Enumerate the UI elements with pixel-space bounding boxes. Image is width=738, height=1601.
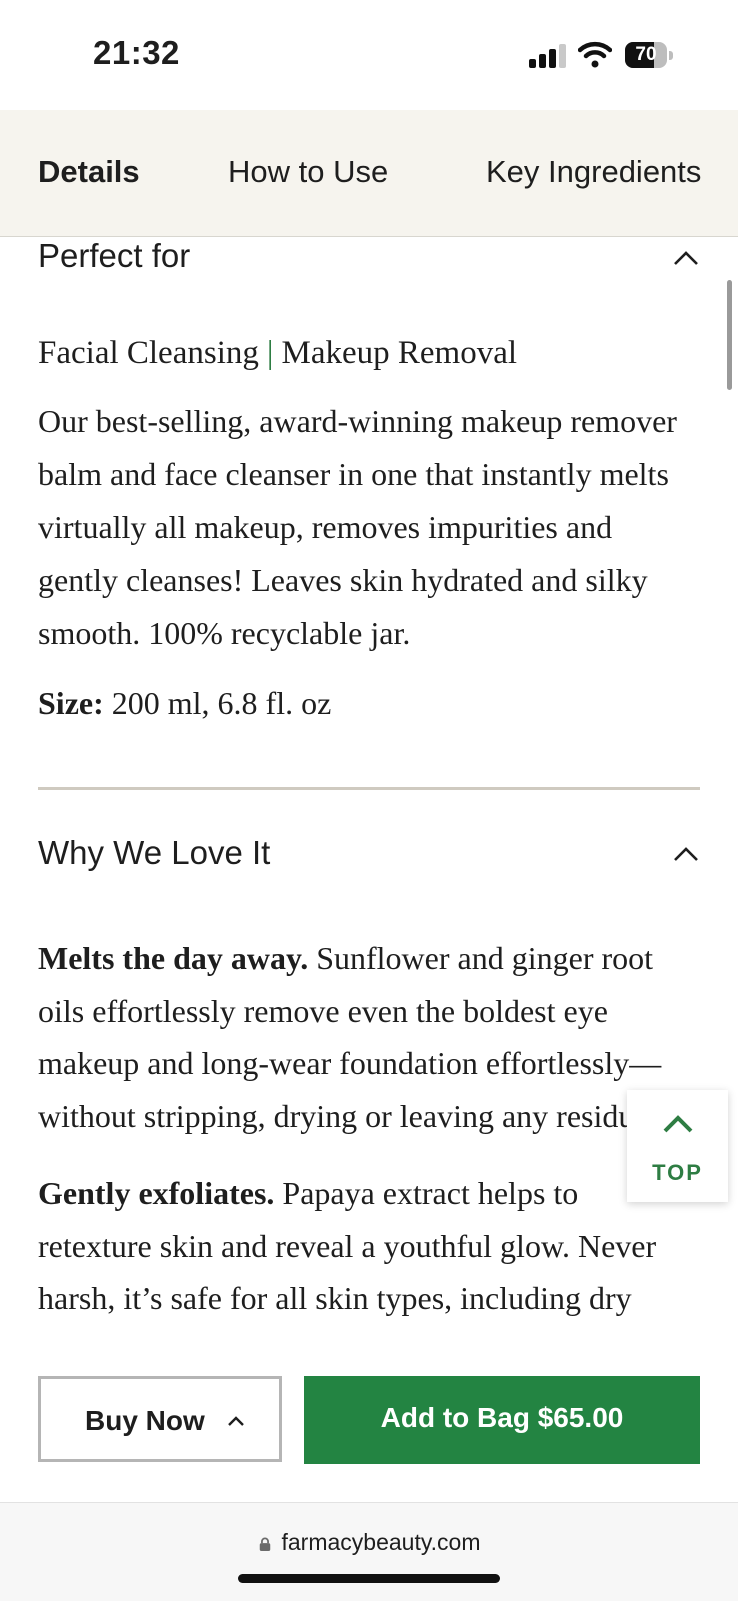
back-to-top-button[interactable]: TOP <box>627 1090 728 1202</box>
perfect-for-heading[interactable]: Perfect for <box>38 237 190 275</box>
section-divider <box>38 787 700 790</box>
perfect-for-tags: Facial Cleansing | Makeup Removal <box>38 335 517 372</box>
back-to-top-label: TOP <box>652 1160 703 1185</box>
wifi-icon <box>578 41 612 68</box>
status-bar: 21:32 70 <box>0 0 738 110</box>
benefit-heading: Gently exfoliates. <box>38 1175 275 1211</box>
size-label: Size: <box>38 685 104 721</box>
buy-now-button[interactable]: Buy Now <box>38 1376 282 1462</box>
tab-details[interactable]: Details <box>38 154 140 190</box>
tag-makeup-removal: Makeup Removal <box>281 335 518 371</box>
battery-percent: 70 <box>635 44 657 65</box>
product-size: Size: 200 ml, 6.8 fl. oz <box>38 685 331 722</box>
scroll-indicator[interactable] <box>727 280 732 390</box>
signal-icon <box>529 44 566 68</box>
tag-separator: | <box>266 335 274 371</box>
benefit-paragraph: Melts the day away. Sunflower and ginger… <box>38 932 698 1142</box>
chevron-up-icon[interactable] <box>672 845 700 863</box>
status-time: 21:32 <box>93 34 180 71</box>
product-description: Our best-selling, award-winning makeup r… <box>38 403 677 651</box>
benefit-heading: Melts the day away. <box>38 940 309 976</box>
chevron-up-icon[interactable] <box>672 249 700 267</box>
chevron-up-icon <box>663 1115 693 1133</box>
tag-facial-cleansing: Facial Cleansing <box>38 335 259 371</box>
buy-now-label: Buy Now <box>85 1405 205 1436</box>
home-indicator[interactable] <box>238 1574 500 1583</box>
size-value: 200 ml, 6.8 fl. oz <box>111 685 332 721</box>
battery-icon: 70 <box>625 42 673 68</box>
url-text: farmacybeauty.com <box>281 1529 481 1555</box>
tab-key-ingredients[interactable]: Key Ingredients <box>486 154 701 190</box>
lock-icon <box>259 1537 270 1551</box>
browser-url-bar[interactable]: farmacybeauty.com <box>0 1502 738 1601</box>
chevron-up-icon <box>228 1416 244 1426</box>
why-we-love-it-heading[interactable]: Why We Love It <box>38 834 270 872</box>
tab-how-to-use[interactable]: How to Use <box>228 154 388 190</box>
add-to-bag-label: Add to Bag $65.00 <box>380 1402 624 1433</box>
url-display[interactable]: farmacybeauty.com <box>0 1529 738 1556</box>
product-tabs: Details How to Use Key Ingredients <box>0 110 738 237</box>
benefit-paragraph: Gently exfoliates. Papaya extract helps … <box>38 1167 698 1325</box>
add-to-bag-button[interactable]: Add to Bag $65.00 <box>304 1376 700 1464</box>
